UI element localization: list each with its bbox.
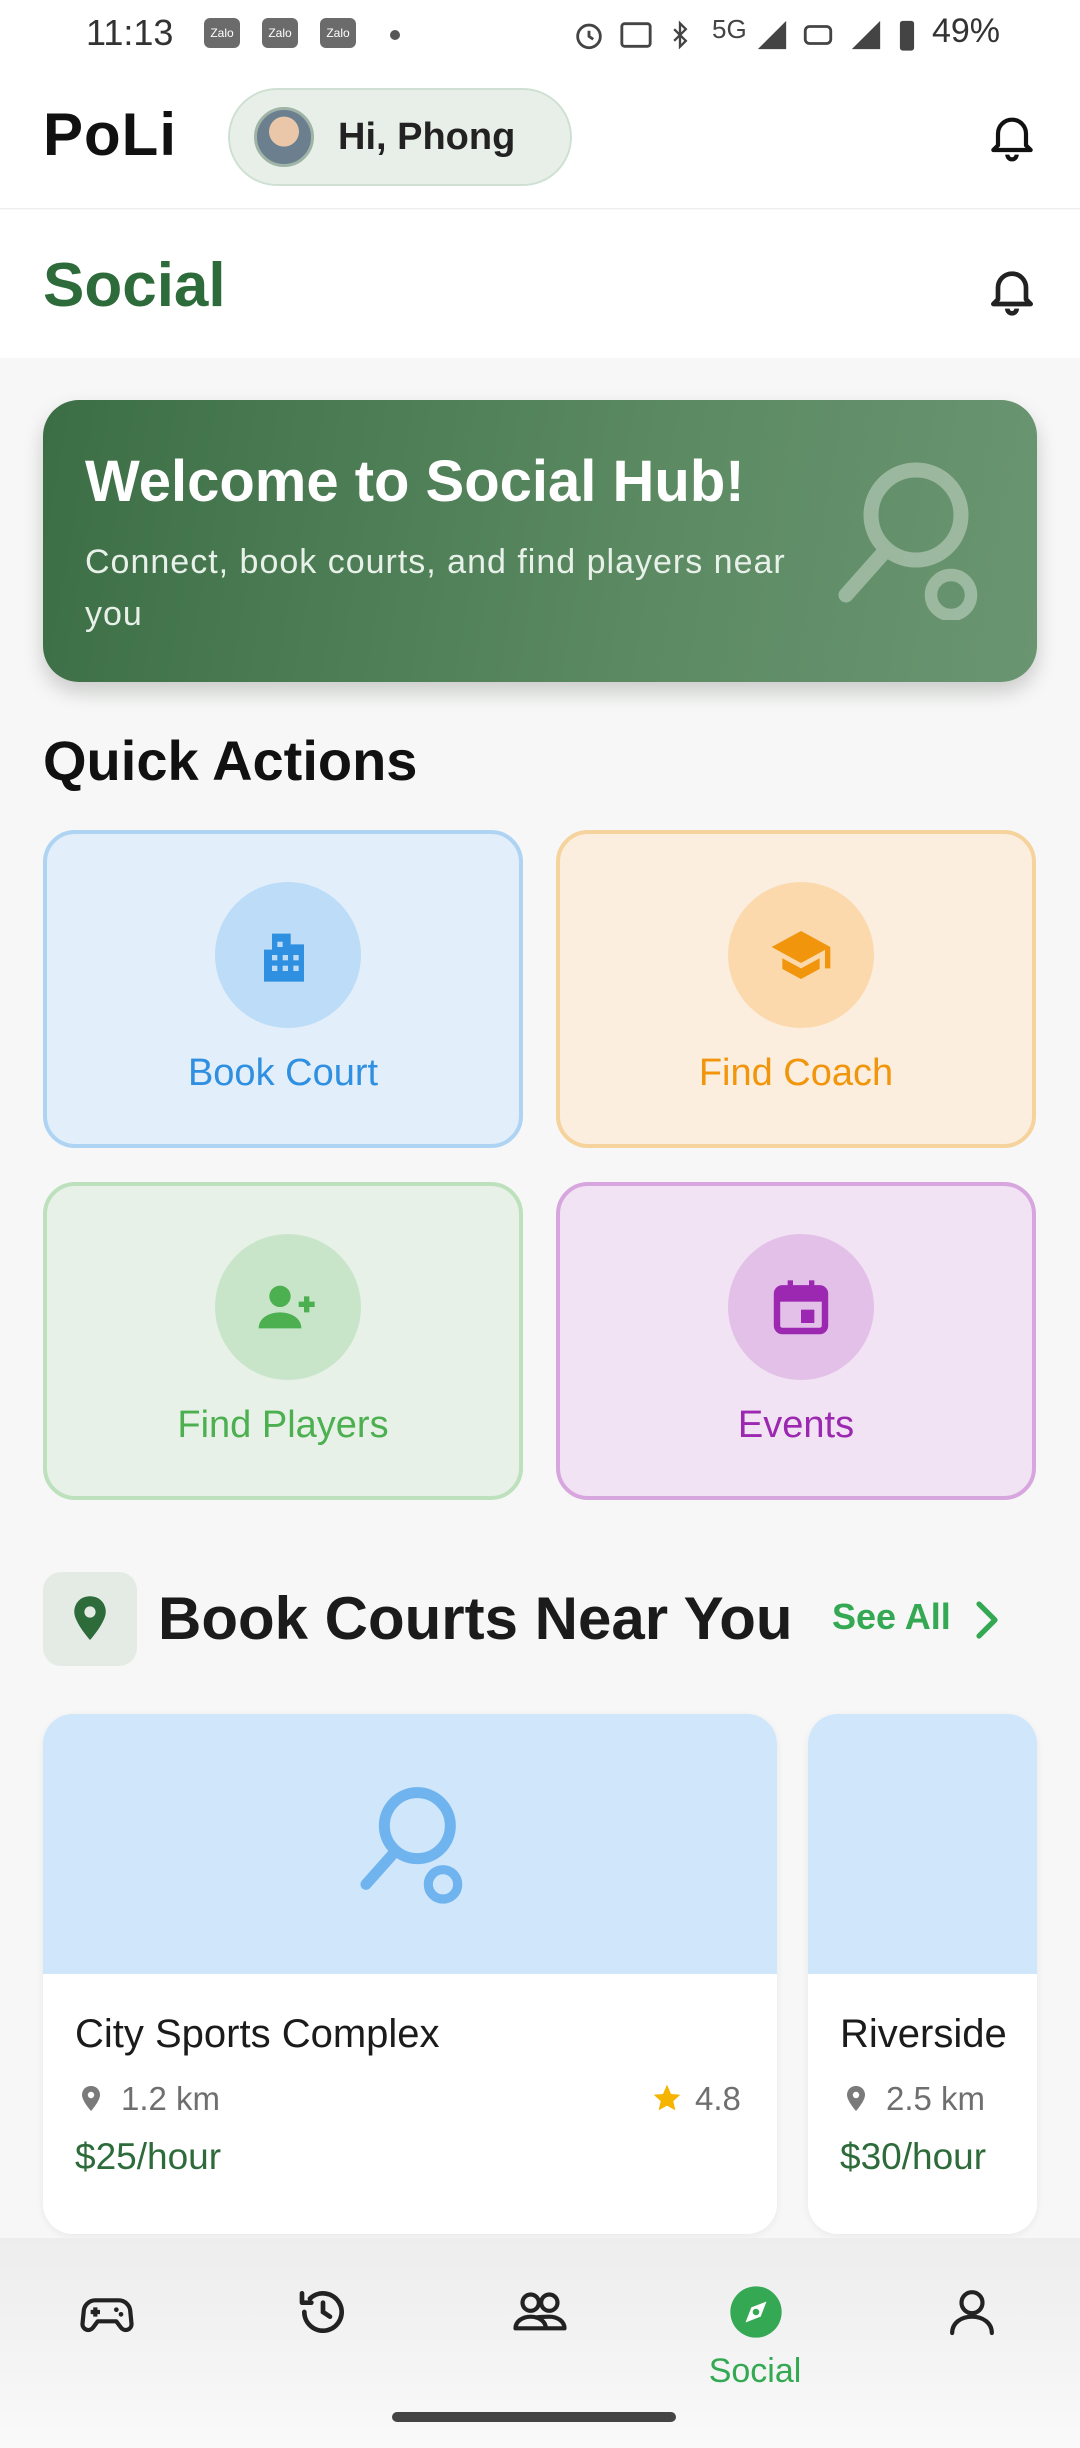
events-label: Events — [737, 1404, 855, 1446]
court-image — [808, 1714, 1037, 1974]
status-time: 11:13 — [86, 12, 174, 53]
more-notifications-dot — [390, 30, 400, 40]
zalo-notification-icon: Zalo — [262, 18, 298, 48]
court-name: Riverside — [840, 2012, 1007, 2056]
court-distance: 2.5 km — [886, 2080, 986, 2117]
chevron-right-icon[interactable] — [972, 1600, 1002, 1640]
battery-level: 49% — [931, 12, 1000, 50]
find-coach-button[interactable]: Find Coach — [556, 830, 1036, 1148]
court-price: $30/hour — [840, 2136, 987, 2177]
racket-icon — [360, 1787, 463, 1904]
people-icon — [513, 2292, 567, 2331]
nav-history[interactable] — [257, 2266, 387, 2396]
find-players-label: Find Players — [177, 1404, 389, 1446]
location-pin-icon — [847, 2086, 865, 2111]
status-bar: 11:13 Zalo Zalo Zalo 5G 49% — [0, 0, 1080, 72]
zalo-notification-icon: Zalo — [320, 18, 356, 48]
location-pin-icon — [74, 1596, 106, 1640]
nav-social[interactable]: Social — [690, 2266, 820, 2396]
greeting-text: Hi, Phong — [338, 116, 516, 158]
graduation-cap-icon — [771, 931, 831, 979]
court-card[interactable]: City Sports Complex 1.2 km 4.8 $25/hour — [43, 1714, 777, 2234]
building-icon — [264, 933, 304, 982]
courts-section-title: Book Courts Near You — [158, 1585, 793, 1652]
book-court-label: Book Court — [187, 1052, 379, 1094]
volte-icon — [803, 25, 833, 45]
history-icon — [299, 2291, 344, 2333]
location-pin-icon — [82, 2086, 100, 2111]
bluetooth-icon — [673, 20, 688, 50]
find-players-button[interactable]: Find Players — [43, 1182, 523, 1500]
battery-icon — [899, 20, 915, 51]
zalo-notification-icon: Zalo — [204, 18, 240, 48]
app-header: PoLi Hi, Phong — [0, 72, 1080, 209]
racket-icon — [838, 462, 978, 620]
court-price: $25/hour — [75, 2136, 222, 2177]
welcome-title: Welcome to Social Hub! — [85, 449, 745, 514]
signal-icon — [851, 20, 881, 50]
nav-profile[interactable] — [906, 2266, 1036, 2396]
app-logo: PoLi — [43, 101, 177, 168]
find-coach-label: Find Coach — [698, 1052, 894, 1094]
add-person-icon — [258, 1285, 315, 1329]
signal-icon — [757, 20, 787, 50]
alarm-icon — [576, 23, 602, 50]
greeting-chip[interactable]: Hi, Phong — [228, 88, 572, 186]
location-badge — [43, 1572, 137, 1666]
see-all-link[interactable]: See All — [832, 1596, 951, 1638]
star-icon — [653, 2084, 681, 2111]
notifications-bell-icon[interactable] — [984, 106, 1040, 166]
court-card[interactable]: Riverside 2.5 km $30/hour — [808, 1714, 1037, 2234]
quick-actions-title: Quick Actions — [43, 729, 418, 792]
nav-social-label: Social — [708, 2352, 802, 2390]
welcome-banner: Welcome to Social Hub! Connect, book cou… — [43, 400, 1037, 682]
network-type: 5G — [712, 14, 747, 44]
page-title: Social — [43, 251, 226, 320]
profile-icon — [950, 2290, 994, 2336]
court-image — [43, 1714, 777, 1974]
welcome-subtitle: Connect, book courts, and find players n… — [85, 543, 786, 633]
bell-icon[interactable] — [984, 260, 1040, 320]
court-distance: 1.2 km — [121, 2080, 221, 2117]
nav-community[interactable] — [474, 2266, 604, 2396]
home-indicator[interactable] — [392, 2412, 676, 2422]
court-name: City Sports Complex — [75, 2012, 440, 2056]
data-speed-icon — [620, 22, 652, 48]
book-court-button[interactable]: Book Court — [43, 830, 523, 1148]
section-header: Social — [0, 210, 1080, 358]
calendar-icon — [773, 1280, 829, 1335]
compass-icon — [730, 2286, 782, 2338]
nav-games[interactable] — [41, 2266, 171, 2396]
court-rating: 4.8 — [695, 2080, 741, 2117]
events-button[interactable]: Events — [556, 1182, 1036, 1500]
gamepad-icon — [80, 2298, 134, 2333]
avatar — [254, 107, 314, 167]
